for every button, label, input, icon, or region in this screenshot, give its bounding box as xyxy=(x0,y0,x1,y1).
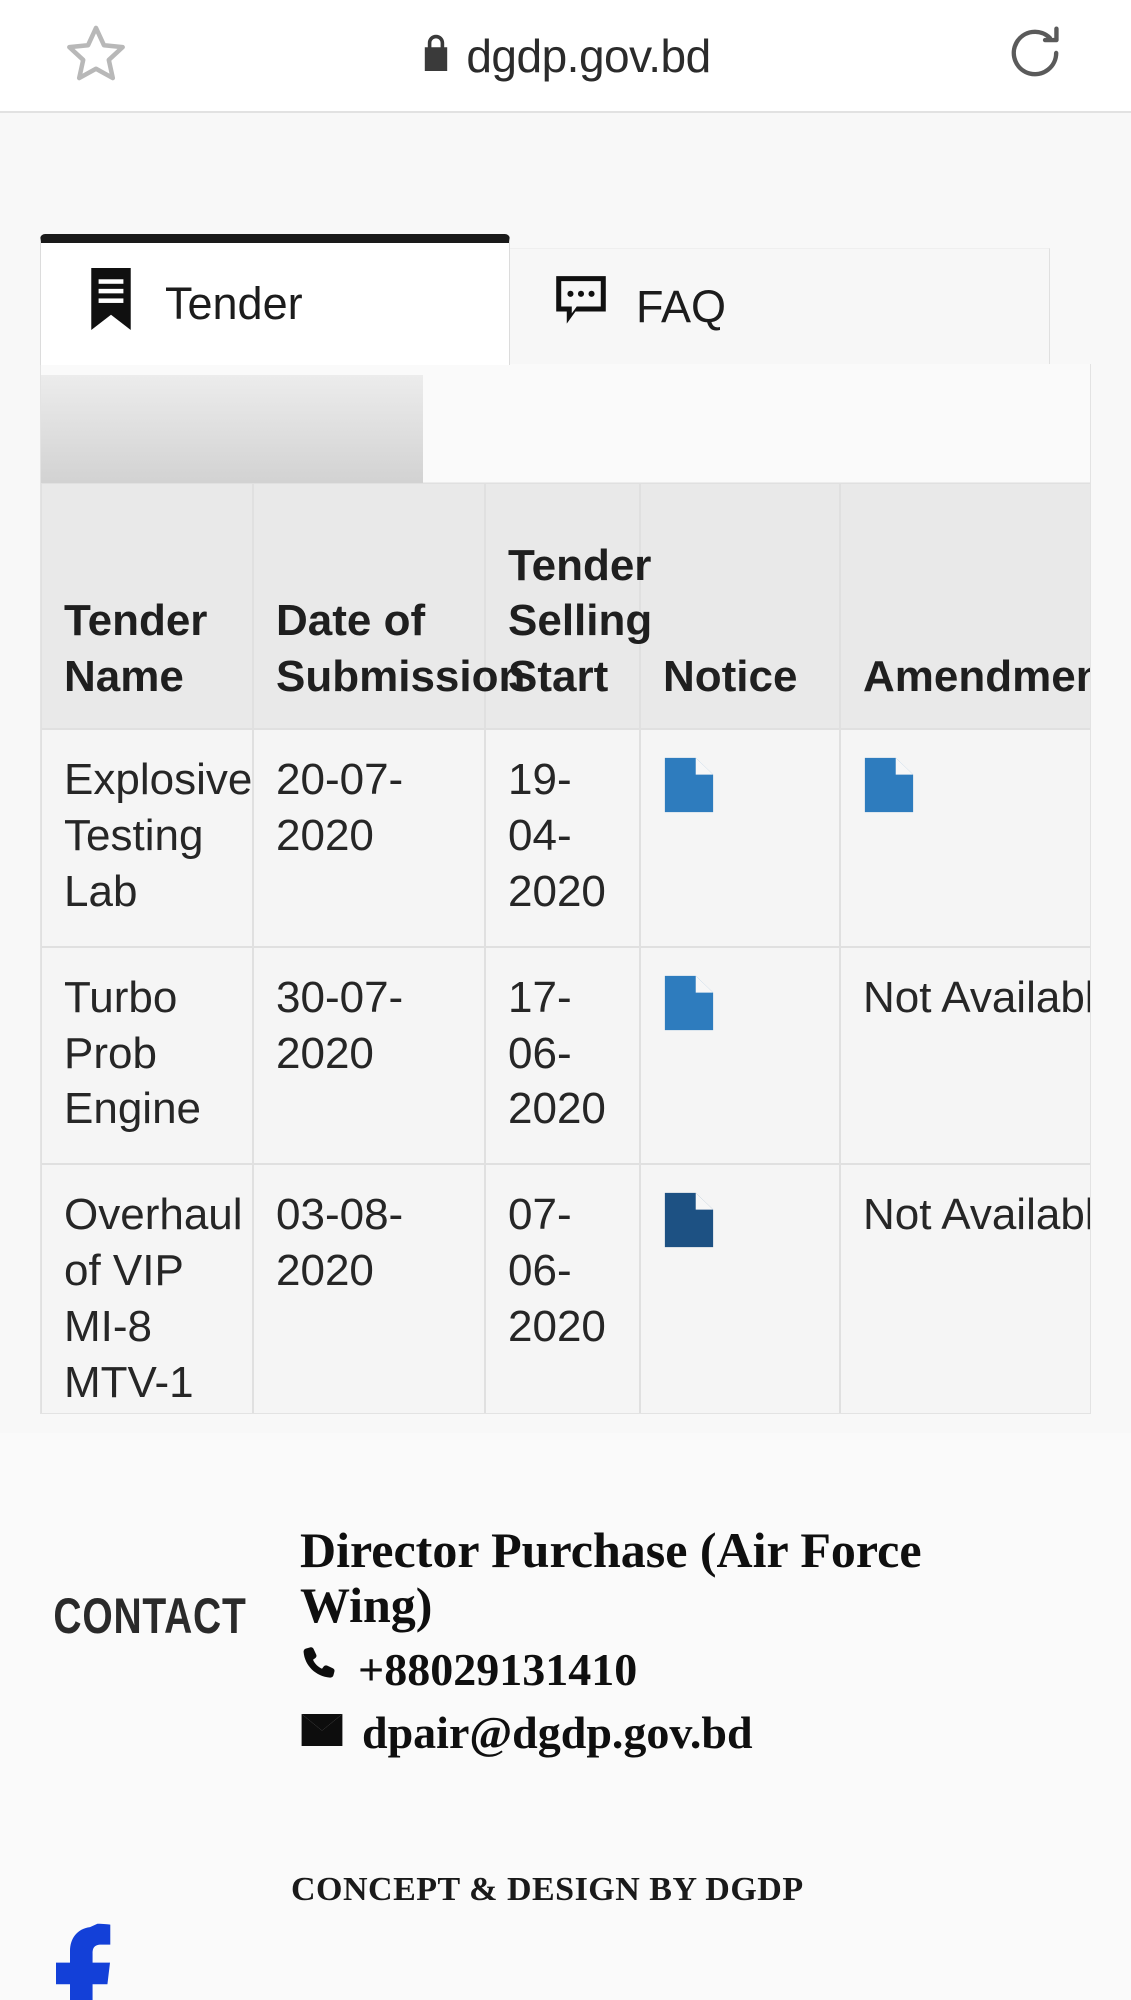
cell-notice xyxy=(640,946,840,1165)
tab-tender-label: Tender xyxy=(165,278,303,329)
cell-tender-selling-start: 19-04-2020 xyxy=(485,729,640,947)
amendment-document-icon[interactable] xyxy=(863,756,1090,828)
contact-section: CONTACT Director Purchase (Air Force Win… xyxy=(0,1523,1131,1759)
notice-document-icon[interactable] xyxy=(663,756,817,828)
table-header-row: Tender Name Date of Submission Tender Se… xyxy=(41,483,1090,729)
tender-table: Tender Name Date of Submission Tender Se… xyxy=(41,483,1090,1413)
table-row: Overhaul of VIP MI-8 MTV-1 03-08-2020 07… xyxy=(41,1164,1090,1413)
bookmark-document-icon xyxy=(83,267,139,341)
reload-button[interactable] xyxy=(999,20,1071,92)
envelope-icon xyxy=(300,1706,344,1759)
tender-panel: Tender Name Date of Submission Tender Se… xyxy=(40,364,1091,1414)
cell-notice xyxy=(640,729,840,947)
tab-faq[interactable]: FAQ xyxy=(510,248,1050,365)
column-header-notice[interactable]: Notice xyxy=(640,483,840,729)
column-header-tender-selling-start[interactable]: Tender Selling Start xyxy=(485,483,652,729)
cell-date-of-submission: 03-08-2020 xyxy=(253,1164,485,1413)
reload-icon xyxy=(1004,22,1066,89)
cell-date-of-submission: 30-07-2020 xyxy=(253,946,485,1165)
page-content: Tender FAQ Tender Name Date of Submissio… xyxy=(0,113,1131,2000)
contact-office-title: Director Purchase (Air Force Wing) xyxy=(300,1522,922,1633)
table-toolbar-row xyxy=(41,364,1090,483)
table-horizontal-scroll-area[interactable]: Tender Name Date of Submission Tender Se… xyxy=(41,483,1090,1413)
design-credit: CONCEPT & DESIGN BY DGDP xyxy=(291,1871,804,1908)
cell-tender-name: Overhaul of VIP MI-8 MTV-1 xyxy=(41,1164,253,1413)
tab-strip: Tender FAQ xyxy=(40,234,1091,365)
contact-details: Director Purchase (Air Force Wing) +8802… xyxy=(300,1523,1131,1759)
table-row: Turbo Prob Engine 30-07-2020 17-06-2020 xyxy=(41,946,1090,1165)
notice-document-icon[interactable] xyxy=(663,974,817,1046)
lock-icon xyxy=(420,34,452,77)
contact-email-address: dpair@dgdp.gov.bd xyxy=(362,1707,753,1758)
notice-document-icon[interactable] xyxy=(663,1191,817,1263)
address-bar[interactable]: dgdp.gov.bd xyxy=(0,29,1131,83)
cell-tender-name: Turbo Prob Engine xyxy=(41,946,253,1165)
phone-icon xyxy=(300,1643,340,1696)
cell-amendment: Not Available xyxy=(840,1164,1090,1413)
column-header-amendment[interactable]: Amendment xyxy=(840,483,1090,729)
url-text: dgdp.gov.bd xyxy=(466,29,711,82)
contact-phone-line[interactable]: +88029131410 xyxy=(300,1643,1131,1696)
cell-notice xyxy=(640,1164,840,1413)
table-row: Explosive Testing Lab 20-07-2020 19-04-2… xyxy=(41,729,1090,947)
chat-bubble-icon xyxy=(552,273,610,342)
browser-toolbar: dgdp.gov.bd xyxy=(0,0,1131,113)
contact-heading: CONTACT xyxy=(53,1588,247,1644)
cell-tender-name: Explosive Testing Lab xyxy=(41,729,253,947)
loading-placeholder-block xyxy=(41,375,423,483)
cell-tender-selling-start: 17-06-2020 xyxy=(485,946,640,1165)
cell-amendment xyxy=(840,729,1090,947)
cell-amendment: Not Available xyxy=(840,946,1090,1165)
social-link-icon[interactable] xyxy=(45,1920,115,2000)
contact-phone-number: +88029131410 xyxy=(358,1644,638,1695)
contact-email-line[interactable]: dpair@dgdp.gov.bd xyxy=(300,1706,1131,1759)
column-header-date-of-submission[interactable]: Date of Submission xyxy=(253,483,525,729)
cell-date-of-submission: 20-07-2020 xyxy=(253,729,485,947)
cell-tender-selling-start: 07-06-2020 xyxy=(485,1164,640,1413)
tab-faq-label: FAQ xyxy=(636,281,727,332)
site-footer: CONTACT Director Purchase (Air Force Win… xyxy=(0,1433,1131,2000)
column-header-tender-name[interactable]: Tender Name xyxy=(41,483,253,729)
tab-tender[interactable]: Tender xyxy=(40,234,510,365)
